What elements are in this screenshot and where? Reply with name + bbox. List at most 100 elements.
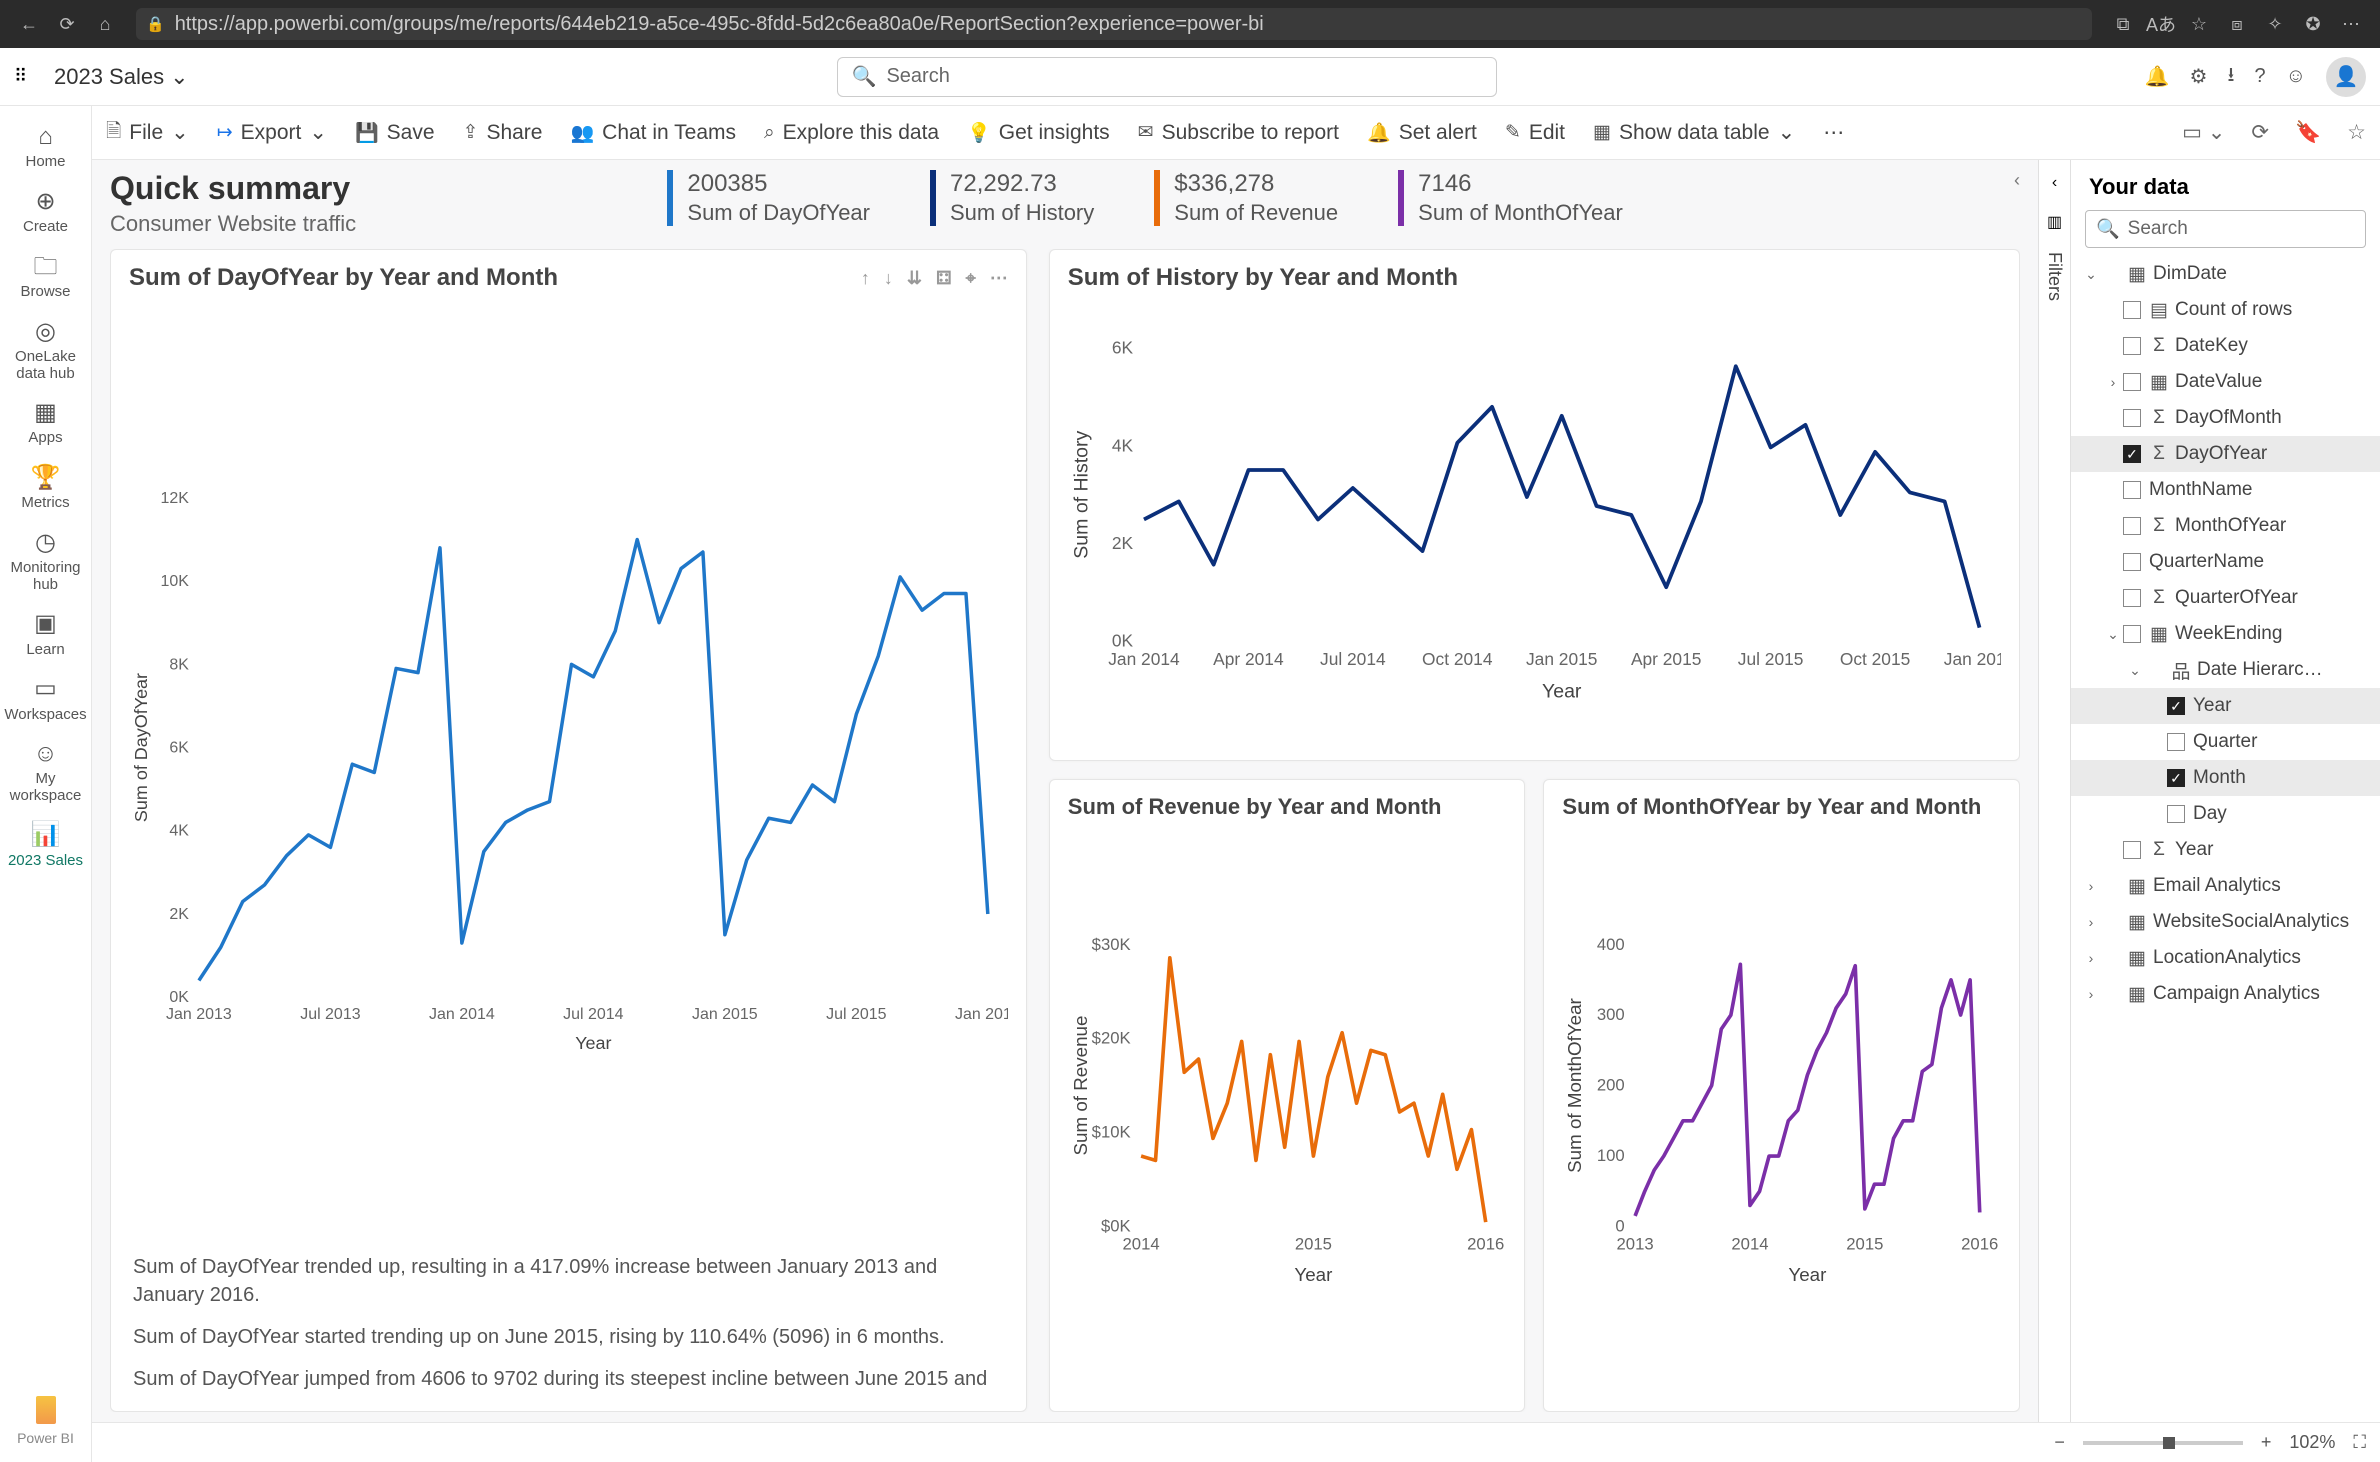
chart-card-revenue[interactable]: Sum of Revenue by Year and Month $0K$10K… [1049,779,1526,1412]
nav-item-learn[interactable]: ▣Learn [0,601,91,666]
collapse-icon[interactable]: ‹ [2014,170,2020,191]
nav-item-home[interactable]: ⌂Home [0,114,91,179]
refresh-icon[interactable]: ⟳ [50,7,84,41]
checkbox[interactable] [2123,517,2141,535]
twisty-icon[interactable]: › [2081,914,2101,930]
checkbox[interactable]: ✓ [2123,445,2141,463]
app-icon[interactable]: ⧉ [2106,7,2140,41]
nav-item-my-workspace[interactable]: ☺My workspace [0,731,91,812]
field-row[interactable]: ›▦DateValue [2071,364,2380,400]
field-row[interactable]: Quarter [2071,724,2380,760]
field-row[interactable]: ›▦LocationAnalytics [2071,940,2380,976]
reading-icon[interactable]: Aあ [2144,7,2178,41]
checkbox[interactable] [2123,841,2141,859]
field-row[interactable]: ✓Month [2071,760,2380,796]
checkbox[interactable] [2123,301,2141,319]
field-row[interactable]: ΣMonthOfYear [2071,508,2380,544]
favorite-icon[interactable]: ☆ [2182,7,2216,41]
more-icon[interactable]: ⋯ [990,268,1008,289]
save-button[interactable]: 💾Save [355,121,435,145]
field-row[interactable]: ›▦WebsiteSocialAnalytics [2071,904,2380,940]
settings-icon[interactable]: ⚙ [2190,64,2208,89]
checkbox[interactable] [2123,373,2141,391]
nav-item-metrics[interactable]: 🏆Metrics [0,455,91,520]
bookmark-button[interactable]: 🔖 [2295,121,2321,145]
refresh-button[interactable]: ⟳ [2251,120,2269,145]
share-button[interactable]: ⇪Share [463,121,543,145]
chart-card-dayofyear[interactable]: Sum of DayOfYear by Year and Month ↑ ↓ ⇊… [110,249,1027,1412]
star-button[interactable]: ☆ [2347,120,2366,145]
nav-item-apps[interactable]: ▦Apps [0,390,91,455]
field-row[interactable]: ΣYear [2071,832,2380,868]
zoom-out-button[interactable]: − [2054,1432,2065,1453]
drillup-icon[interactable]: ↑ [861,268,870,289]
drilldown-icon[interactable]: ↓ [884,268,893,289]
field-row[interactable]: ⌄品Date Hierarc… [2071,652,2380,688]
insights-button[interactable]: 💡Get insights [967,121,1110,145]
address-bar[interactable]: 🔒 https://app.powerbi.com/groups/me/repo… [136,8,2092,40]
fit-page-button[interactable]: ⛶ [2353,1432,2366,1453]
help-icon[interactable]: ? [2254,65,2265,88]
field-row[interactable]: ›▦Email Analytics [2071,868,2380,904]
app-launcher-icon[interactable]: ⠿ [14,66,40,87]
subscribe-button[interactable]: ✉Subscribe to report [1138,121,1339,145]
field-row[interactable]: ✓ΣDayOfYear [2071,436,2380,472]
checkbox[interactable] [2123,481,2141,499]
twisty-icon[interactable]: › [2081,986,2101,1002]
export-button[interactable]: ↦Export ⌄ [217,120,327,145]
home-icon[interactable]: ⌂ [88,7,122,41]
datatable-button[interactable]: ▦Show data table ⌄ [1593,120,1795,145]
more-icon[interactable]: ⋯ [2334,7,2368,41]
hierarchy-icon[interactable]: ⚃ [936,268,952,289]
brush-icon[interactable]: ⌖ [966,268,976,289]
chat-teams-button[interactable]: 👥Chat in Teams [570,121,736,145]
chart-card-history[interactable]: Sum of History by Year and Month 0K2K4K6… [1049,249,2020,761]
field-row[interactable]: Day [2071,796,2380,832]
chart-icon[interactable]: ▥ [2047,212,2062,232]
report-name[interactable]: 2023 Sales ⌄ [54,64,189,90]
field-row[interactable]: ⌄▦WeekEnding [2071,616,2380,652]
twisty-icon[interactable]: › [2103,374,2123,390]
notifications-icon[interactable]: 🔔 [2145,64,2170,89]
alert-button[interactable]: 🔔Set alert [1367,121,1477,145]
checkbox[interactable] [2123,337,2141,355]
twisty-icon[interactable]: ⌄ [2125,662,2145,679]
twisty-icon[interactable]: › [2081,878,2101,894]
chart-card-monthofyear[interactable]: Sum of MonthOfYear by Year and Month 010… [1543,779,2020,1412]
explore-button[interactable]: ⌕Explore this data [764,121,939,145]
zoom-slider[interactable] [2083,1441,2243,1445]
checkbox[interactable]: ✓ [2167,697,2185,715]
download-icon[interactable]: ⭳ [2227,60,2234,94]
nav-item-monitoring-hub[interactable]: ◷Monitoring hub [0,520,91,601]
field-row[interactable]: QuarterName [2071,544,2380,580]
back-icon[interactable]: ← [12,7,46,41]
checkbox[interactable] [2167,805,2185,823]
collections-icon[interactable]: ✧ [2258,7,2292,41]
checkbox[interactable] [2123,625,2141,643]
field-row[interactable]: ⌄▦DimDate [2071,256,2380,292]
view-mode-button[interactable]: ▭ ⌄ [2182,120,2225,145]
avatar[interactable]: 👤 [2326,57,2366,97]
field-row[interactable]: ΣDateKey [2071,328,2380,364]
nav-item-onelake-data-hub[interactable]: ◎OneLake data hub [0,309,91,390]
twisty-icon[interactable]: ⌄ [2103,626,2123,643]
checkbox[interactable] [2123,589,2141,607]
nav-item-create[interactable]: ⊕Create [0,179,91,244]
checkbox[interactable]: ✓ [2167,769,2185,787]
file-button[interactable]: 🗎File ⌄ [106,117,189,149]
overflow-button[interactable]: ⋯ [1823,120,1844,145]
collapse-icon[interactable]: ‹ [2052,174,2057,192]
edit-button[interactable]: ✎Edit [1505,121,1565,145]
field-row[interactable]: ΣDayOfMonth [2071,400,2380,436]
field-row[interactable]: ✓Year [2071,688,2380,724]
field-row[interactable]: MonthName [2071,472,2380,508]
nav-item-2023-sales[interactable]: 📊2023 Sales [0,812,91,877]
zoom-in-button[interactable]: + [2261,1432,2272,1453]
twisty-icon[interactable]: › [2081,950,2101,966]
global-search[interactable]: 🔍 Search [837,57,1497,97]
field-row[interactable]: ΣQuarterOfYear [2071,580,2380,616]
field-row[interactable]: ›▦Campaign Analytics [2071,976,2380,1012]
split-icon[interactable]: ⧈ [2220,7,2254,41]
expand-icon[interactable]: ⇊ [907,268,922,289]
nav-item-browse[interactable]: 🗀Browse [0,244,91,309]
